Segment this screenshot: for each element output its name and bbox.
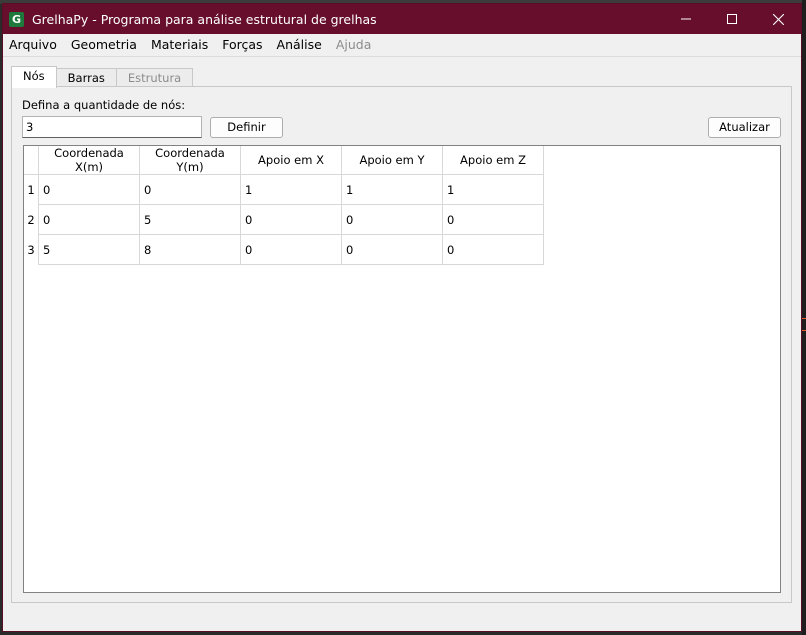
nodes-grid: Coordenada X(m) Coordenada Y(m) Apoio em… [24,146,544,265]
menu-analise[interactable]: Análise [270,34,329,56]
menu-geometria[interactable]: Geometria [64,34,144,56]
table-cell[interactable]: 0 [341,234,443,265]
tab-barras[interactable]: Barras [55,68,117,88]
column-header[interactable]: Coordenada X(m) [38,146,140,175]
table-cell[interactable]: 0 [240,234,342,265]
maximize-icon [727,14,737,24]
table-header-row: Coordenada X(m) Coordenada Y(m) Apoio em… [24,146,544,175]
tab-bar: Nós Barras Estrutura [11,66,194,88]
node-quantity-input[interactable]: 3 [22,116,202,138]
table-cell[interactable]: 1 [240,174,342,205]
menu-forcas[interactable]: Forças [215,34,269,56]
table-cell[interactable]: 5 [38,234,140,265]
table-row: 1 0 0 1 1 1 [24,174,544,205]
table-cell[interactable]: 1 [341,174,443,205]
column-header[interactable]: Apoio em Y [341,146,443,175]
title-bar[interactable]: G GrelhaPy - Programa para análise estru… [3,4,801,34]
update-button[interactable]: Atualizar [708,117,781,138]
minimize-icon [681,18,691,20]
node-quantity-label: Defina a quantidade de nós: [22,98,186,112]
column-header[interactable]: Apoio em X [240,146,342,175]
close-button[interactable] [755,4,801,34]
table-cell[interactable]: 0 [240,204,342,235]
table-cell[interactable]: 0 [341,204,443,235]
table-cell[interactable]: 1 [442,174,544,205]
table-cell[interactable]: 0 [139,174,241,205]
menu-ajuda[interactable]: Ajuda [329,34,379,56]
define-button[interactable]: Definir [210,117,283,138]
table-cell[interactable]: 5 [139,204,241,235]
window-controls [663,4,801,34]
table-cell[interactable]: 0 [442,234,544,265]
tab-nos[interactable]: Nós [11,66,57,88]
nodes-tab-panel: Defina a quantidade de nós: 3 Definir At… [11,86,792,603]
table-cell[interactable]: 0 [38,204,140,235]
close-icon [772,13,784,25]
table-cell[interactable]: 8 [139,234,241,265]
row-header[interactable]: 3 [24,234,39,265]
table-cell[interactable]: 0 [38,174,140,205]
table-cell[interactable]: 0 [442,204,544,235]
column-header[interactable]: Coordenada Y(m) [139,146,241,175]
menu-materiais[interactable]: Materiais [144,34,215,56]
row-header[interactable]: 1 [24,174,39,205]
row-header[interactable]: 2 [24,204,39,235]
maximize-button[interactable] [709,4,755,34]
table-corner [24,146,39,175]
desktop-background-right [802,0,806,635]
table-row: 2 0 5 0 0 0 [24,204,544,235]
menu-bar: Arquivo Geometria Materiais Forças Análi… [3,34,801,57]
tab-estrutura[interactable]: Estrutura [115,68,194,88]
app-logo-icon: G [9,11,24,27]
nodes-table[interactable]: Coordenada X(m) Coordenada Y(m) Apoio em… [23,145,781,593]
app-window: G GrelhaPy - Programa para análise estru… [2,3,802,632]
window-title: GrelhaPy - Programa para análise estrutu… [32,11,377,27]
desktop-mark [802,318,806,319]
desktop-mark [802,330,806,331]
menu-arquivo[interactable]: Arquivo [3,34,64,56]
minimize-button[interactable] [663,4,709,34]
table-row: 3 5 8 0 0 0 [24,234,544,265]
column-header[interactable]: Apoio em Z [442,146,544,175]
